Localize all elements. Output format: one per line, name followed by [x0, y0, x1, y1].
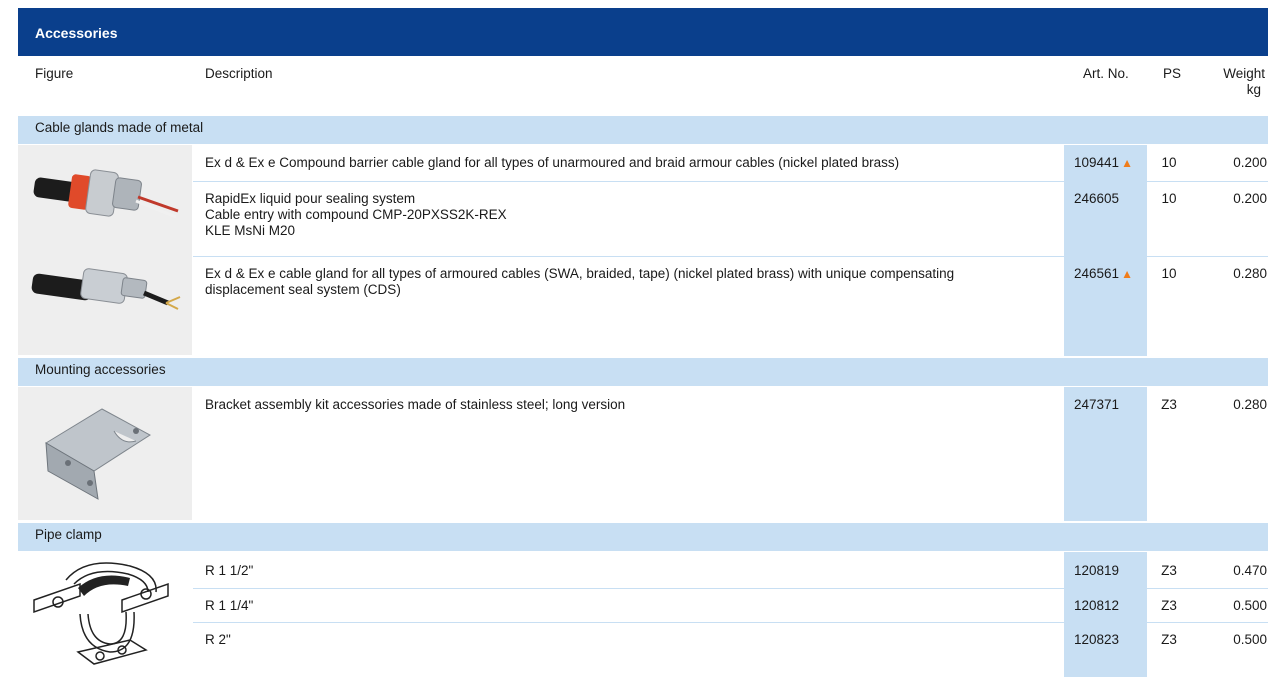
- weight-value: 0.280: [1233, 266, 1267, 281]
- table-title: Accessories: [35, 25, 118, 41]
- ps-value: Z3: [1161, 397, 1177, 412]
- ps-value: 10: [1161, 266, 1177, 281]
- col-figure: Figure: [35, 66, 74, 81]
- weight-value: 0.500: [1233, 632, 1267, 647]
- flag-icon: ▲: [1121, 156, 1133, 170]
- section-header: Pipe clamp: [18, 523, 1268, 551]
- col-description: Description: [205, 66, 273, 81]
- ps-value: Z3: [1161, 563, 1177, 578]
- row-divider: [193, 256, 1268, 257]
- art-no: 109441 ▲: [1074, 155, 1133, 170]
- art-no: 120812: [1074, 598, 1120, 613]
- cable-gland-armoured-image: [31, 268, 181, 310]
- ps-value: 10: [1161, 191, 1177, 206]
- col-weight-unit: kg: [1246, 82, 1261, 97]
- col-weight: Weight: [1223, 66, 1265, 81]
- row-description: R 1 1/4": [205, 598, 254, 613]
- section-header: Cable glands made of metal: [18, 116, 1268, 144]
- header-bar: Accessories: [18, 8, 1268, 56]
- art-no-column-bg: [1064, 145, 1147, 356]
- cable-gland-images: [31, 169, 181, 310]
- art-no: 120819: [1074, 563, 1120, 578]
- ps-value: 10: [1161, 155, 1177, 170]
- row-description: RapidEx liquid pour sealing system Cable…: [205, 191, 507, 238]
- ps-value: Z3: [1161, 632, 1177, 647]
- section-title: Cable glands made of metal: [35, 120, 204, 135]
- ps-value: Z3: [1161, 598, 1177, 613]
- col-art-no: Art. No.: [1083, 66, 1129, 81]
- flag-icon: ▲: [1121, 267, 1133, 281]
- row-divider: [193, 181, 1268, 182]
- art-no: 246605: [1074, 191, 1120, 206]
- row-divider: [193, 622, 1268, 623]
- col-ps: PS: [1163, 66, 1182, 81]
- weight-value: 0.470: [1233, 563, 1267, 578]
- weight-value: 0.200: [1233, 191, 1267, 206]
- row-description: Ex d & Ex e Compound barrier cable gland…: [205, 155, 900, 170]
- row-description: R 1 1/2": [205, 563, 254, 578]
- weight-value: 0.200: [1233, 155, 1267, 170]
- cable-gland-red-image: [33, 169, 179, 219]
- art-no: 246561 ▲: [1074, 266, 1133, 281]
- weight-value: 0.280: [1233, 397, 1267, 412]
- row-divider: [193, 588, 1268, 589]
- weight-value: 0.500: [1233, 598, 1267, 613]
- art-no: 120823: [1074, 632, 1120, 647]
- bracket-image: [45, 408, 151, 500]
- row-description: R 2": [205, 632, 231, 647]
- section-header: Mounting accessories: [18, 358, 1268, 386]
- pipe-clamp-image: [33, 562, 169, 665]
- row-description: Ex d & Ex e cable gland for all types of…: [205, 266, 955, 297]
- section-title: Pipe clamp: [35, 527, 102, 542]
- art-no: 247371: [1074, 397, 1120, 412]
- row-description: Bracket assembly kit accessories made of…: [205, 397, 626, 412]
- section-title: Mounting accessories: [35, 362, 166, 377]
